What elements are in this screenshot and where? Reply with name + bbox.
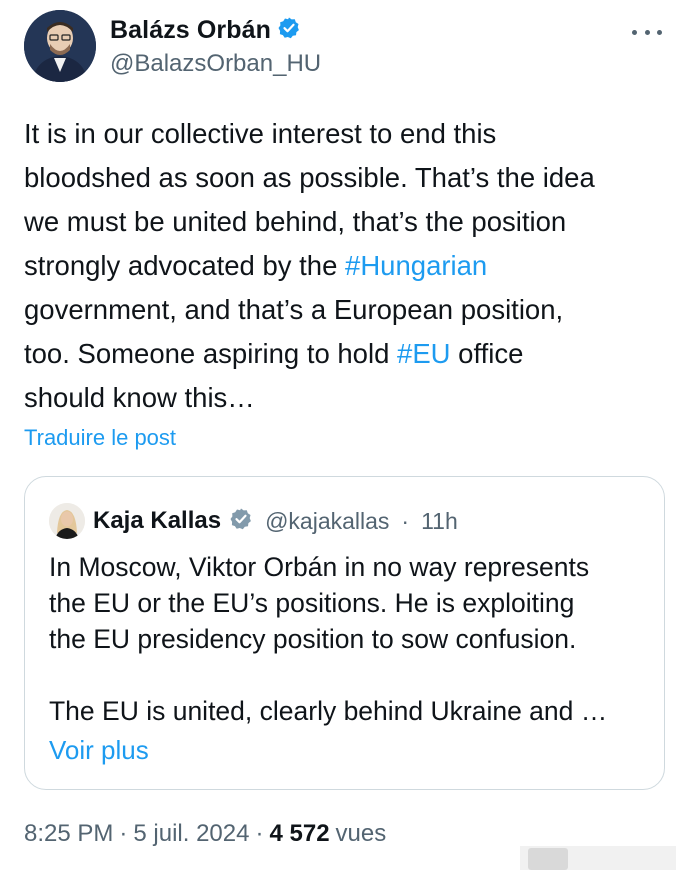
post-header: Balázs Orbán @BalazsOrban_HU (24, 10, 664, 86)
gray-verified-badge-icon (229, 507, 253, 536)
post-line: bloodshed as soon as possible. That’s th… (24, 162, 595, 193)
post-line: we must be united behind, that’s the pos… (24, 206, 567, 237)
post-line: should know this… (24, 382, 255, 413)
quoted-post-header: Kaja Kallas @kajakallas · 11h (49, 501, 458, 541)
quoted-author-name[interactable]: Kaja Kallas (93, 507, 221, 535)
quoted-post-line: the EU or the EU’s positions. He is expl… (49, 588, 575, 618)
quoted-post-time[interactable]: 11h (421, 508, 458, 535)
hashtag-hungarian-link[interactable]: #Hungarian (345, 250, 487, 281)
post-text-segment: office (450, 338, 524, 369)
views-label: vues (335, 820, 387, 847)
post-text-segment: too. Someone aspiring to hold (24, 338, 398, 369)
more-icon[interactable] (632, 22, 662, 42)
post-line: too. Someone aspiring to hold #EU office (24, 332, 669, 376)
post-text: It is in our collective interest to end … (24, 112, 669, 420)
quoted-post-line: In Moscow, Viktor Orbán in no way repres… (49, 552, 590, 582)
hashtag-eu-link[interactable]: #EU (397, 338, 451, 369)
author-name[interactable]: Balázs Orbán (110, 16, 271, 45)
see-more-link[interactable]: Voir plus (49, 735, 149, 766)
separator-dot: · (119, 820, 128, 847)
post-line: government, and that’s a European positi… (24, 294, 564, 325)
post-time[interactable]: 8:25 PM (24, 820, 113, 848)
post-date[interactable]: 5 juil. 2024 (133, 820, 249, 848)
views-count: 4 572 (269, 820, 330, 847)
quoted-post-line: The EU is united, clearly behind Ukraine… (49, 696, 608, 726)
post-line: strongly advocated by the #Hungarian (24, 244, 669, 288)
separator-dot: · (255, 820, 264, 847)
quoted-author-avatar[interactable] (49, 503, 85, 539)
separator-dot: · (401, 507, 410, 534)
watermark-strip (520, 846, 676, 870)
author-handle[interactable]: @BalazsOrban_HU (110, 50, 321, 78)
post-text-segment: strongly advocated by the (24, 250, 346, 281)
quoted-author-handle[interactable]: @kajakallas (265, 508, 389, 535)
translate-post-link[interactable]: Traduire le post (24, 425, 176, 451)
author-name-row: Balázs Orbán (110, 16, 301, 45)
verified-badge-icon (277, 16, 301, 45)
post-line: It is in our collective interest to end … (24, 118, 497, 149)
author-avatar[interactable] (24, 10, 96, 82)
watermark-logo (528, 848, 568, 870)
quoted-post-line: the EU presidency position to sow confus… (49, 624, 577, 654)
quoted-post-text: In Moscow, Viktor Orbán in no way repres… (49, 549, 649, 729)
post-meta: 8:25 PM · 5 juil. 2024 · 4 572 vues (24, 820, 386, 848)
quoted-post[interactable]: Kaja Kallas @kajakallas · 11h In Moscow,… (24, 476, 665, 790)
